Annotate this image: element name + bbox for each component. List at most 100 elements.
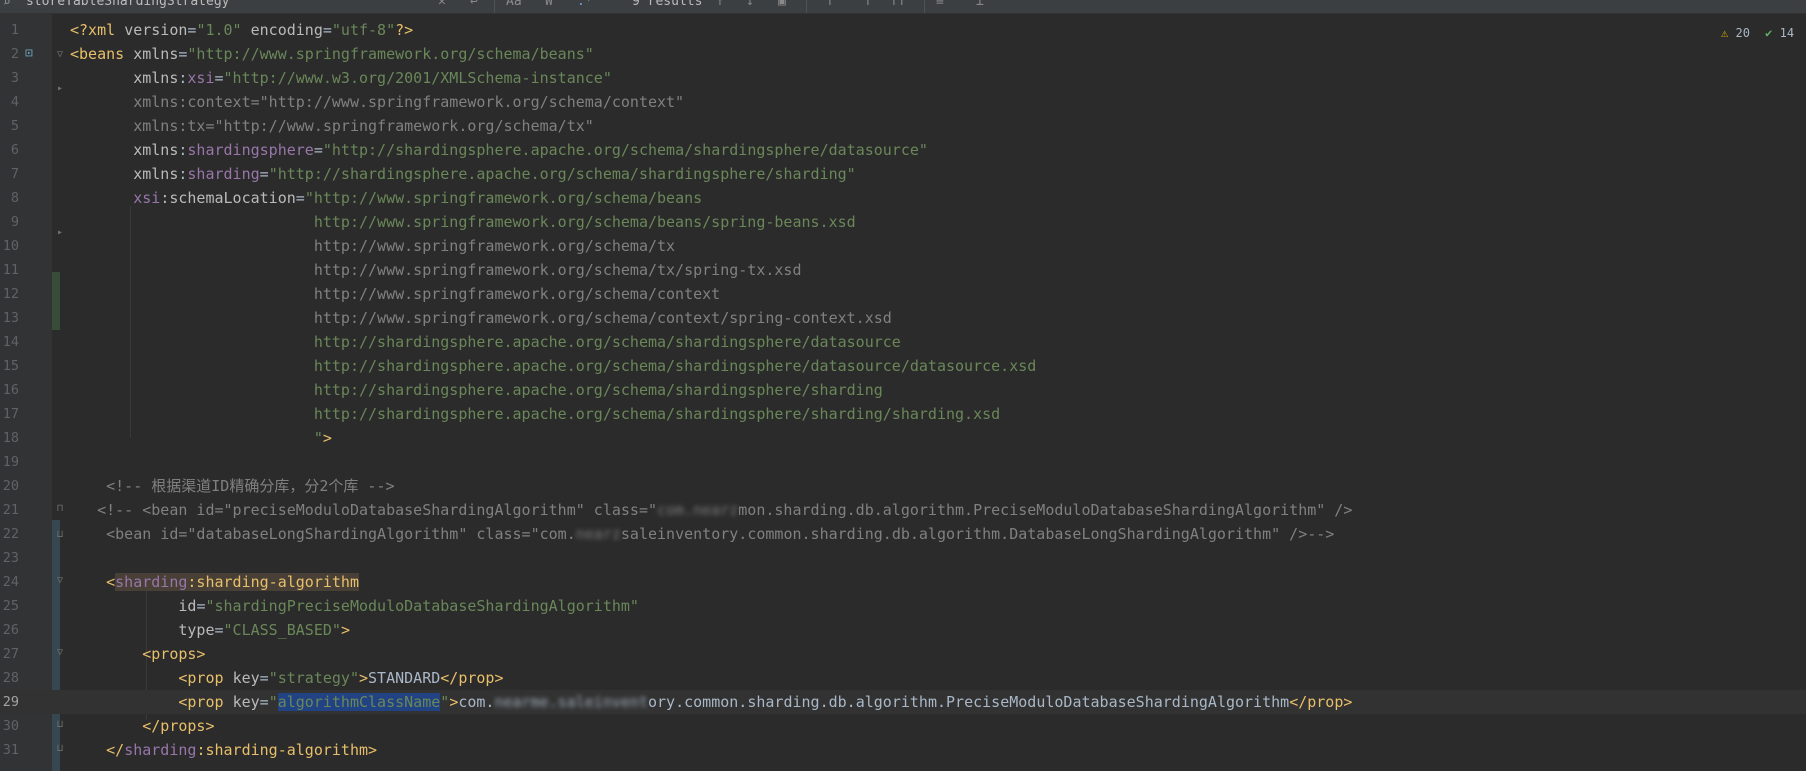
code-line[interactable]: <!-- 根据渠道ID精确分库，分2个库 --> (70, 474, 394, 498)
find-input[interactable]: storeTableShardingStrategy (26, 0, 230, 9)
fold-icon[interactable]: ⊔ (57, 530, 63, 540)
code-line[interactable]: http://www.springframework.org/schema/co… (70, 282, 720, 306)
code-line[interactable]: xmlns:context="http://www.springframewor… (70, 90, 684, 114)
clear-icon[interactable]: ✕ (438, 0, 446, 9)
filter-icon[interactable]: ⊤ (826, 0, 834, 9)
code-line[interactable]: id="shardingPreciseModuloDatabaseShardin… (70, 594, 639, 618)
code-line[interactable]: <beans xmlns="http://www.springframework… (70, 42, 594, 66)
code-line[interactable]: </sharding:sharding-algorithm> (70, 738, 377, 762)
fold-icon[interactable]: ▽ (57, 50, 63, 60)
line-number[interactable]: 5 (0, 114, 19, 138)
line-number[interactable]: 10 (0, 234, 19, 258)
line-number[interactable]: 20 (0, 474, 19, 498)
line-number[interactable]: 24 (0, 570, 19, 594)
code-line[interactable]: <!-- <bean id="preciseModuloDatabaseShar… (70, 498, 1352, 522)
close-icon[interactable]: ⊥ (976, 0, 984, 9)
code-line[interactable]: <prop key="strategy">STANDARD</prop> (70, 666, 503, 690)
line-number[interactable]: 14 (0, 330, 19, 354)
regex-icon[interactable]: .* (577, 0, 593, 9)
sort-icon[interactable]: ≡ (936, 0, 944, 9)
search-icon[interactable]: ⌕ (3, 0, 11, 10)
fold-icon[interactable]: ⊔ (57, 720, 63, 730)
options-icon[interactable]: ⊤ (864, 0, 872, 9)
line-number[interactable]: 7 (0, 162, 19, 186)
line-number[interactable]: 23 (0, 546, 19, 570)
line-number[interactable]: 16 (0, 378, 19, 402)
code-line[interactable]: http://www.springframework.org/schema/co… (70, 306, 892, 330)
code-token: saleinventory.common.sharding.db.algorit… (620, 525, 1335, 543)
code-line[interactable]: </props> (70, 714, 214, 738)
line-number[interactable]: 9 (0, 210, 19, 234)
line-number[interactable]: 27 (0, 642, 19, 666)
code-token: STANDARD (368, 669, 441, 687)
line-number[interactable]: 22 (0, 522, 19, 546)
line-number[interactable]: 2 (0, 42, 19, 66)
prev-occurrence-icon[interactable]: ↑ (716, 0, 724, 9)
line-number[interactable]: 18 (0, 426, 19, 450)
code-line[interactable]: xmlns:xsi="http://www.w3.org/2001/XMLSch… (70, 66, 612, 90)
spring-bean-icon[interactable]: ⊡ (25, 46, 33, 61)
line-number[interactable]: 21 (0, 498, 19, 522)
history-icon[interactable]: ↩ (470, 0, 478, 9)
code-line[interactable]: <bean id="databaseLongShardingAlgorithm"… (70, 522, 1334, 546)
fold-icon[interactable]: ⊓ (57, 504, 63, 514)
match-case-icon[interactable]: Aa (506, 0, 522, 9)
line-number[interactable]: 15 (0, 354, 19, 378)
line-number[interactable]: 11 (0, 258, 19, 282)
code-line[interactable]: http://www.springframework.org/schema/tx… (70, 258, 802, 282)
code-line[interactable]: xsi:schemaLocation="http://www.springfra… (70, 186, 702, 210)
code-token: http://www.springframework.org/schema/tx (70, 237, 676, 255)
code-line[interactable]: xmlns:shardingsphere="http://shardingsph… (70, 138, 928, 162)
code-token: > (359, 669, 369, 687)
fold-icon[interactable]: ▽ (57, 648, 63, 658)
code-token: key (232, 693, 260, 711)
code-line[interactable]: <?xml version="1.0" encoding="utf-8"?> (70, 18, 413, 42)
line-number[interactable]: 3 (0, 66, 19, 90)
line-number[interactable]: 29 (0, 690, 19, 714)
code-line[interactable]: http://www.springframework.org/schema/be… (70, 210, 856, 234)
code-line[interactable]: xmlns:tx="http://www.springframework.org… (70, 114, 594, 138)
code-token: xmlns:context="http://www.springframewor… (70, 93, 685, 111)
fold-icon[interactable]: ⊔ (57, 744, 63, 754)
fold-icon[interactable]: ▽ (57, 576, 63, 586)
code-line[interactable]: "> (70, 426, 332, 450)
multiline-icon[interactable]: ⊤⊤ (890, 0, 906, 9)
line-number[interactable]: 31 (0, 738, 19, 762)
line-number[interactable]: 4 (0, 90, 19, 114)
code-line[interactable]: http://shardingsphere.apache.org/schema/… (70, 402, 1000, 426)
code-line[interactable]: http://shardingsphere.apache.org/schema/… (70, 354, 1036, 378)
code-line[interactable]: <prop key="algorithmClassName">com.nearm… (70, 690, 1352, 714)
code-token: http://shardingsphere.apache.org/schema/… (70, 333, 901, 351)
inspections-widget[interactable]: ⚠ 20 ✔ 14 (1721, 26, 1794, 40)
code-token: xsi (133, 189, 161, 207)
line-number[interactable]: 1 (0, 18, 19, 42)
words-icon[interactable]: W (545, 0, 553, 9)
code-token: <prop (70, 693, 233, 711)
line-number[interactable]: 30 (0, 714, 19, 738)
line-number[interactable]: 8 (0, 186, 19, 210)
line-number[interactable]: 28 (0, 666, 19, 690)
code-token: <beans (70, 45, 134, 63)
code-line[interactable]: <props> (70, 642, 205, 666)
line-number[interactable]: 26 (0, 618, 19, 642)
code-line[interactable]: http://shardingsphere.apache.org/schema/… (70, 330, 901, 354)
code-line[interactable]: http://shardingsphere.apache.org/schema/… (70, 378, 883, 402)
warning-icon: ⚠ (1721, 26, 1729, 40)
line-number[interactable]: 13 (0, 306, 19, 330)
next-occurrence-icon[interactable]: ↓ (746, 0, 754, 9)
line-number[interactable]: 25 (0, 594, 19, 618)
code-line[interactable]: <sharding:sharding-algorithm (70, 570, 359, 594)
line-number[interactable]: 12 (0, 282, 19, 306)
line-number[interactable]: 19 (0, 450, 19, 474)
code-token: = (322, 21, 332, 39)
line-number[interactable]: 6 (0, 138, 19, 162)
code-line[interactable]: http://www.springframework.org/schema/tx (70, 234, 675, 258)
line-number[interactable]: 17 (0, 402, 19, 426)
code-line[interactable]: xmlns:sharding="http://shardingsphere.ap… (70, 162, 855, 186)
select-all-icon[interactable]: ▣ (778, 0, 786, 9)
code-token: version (124, 21, 188, 39)
fold-icon[interactable]: ▸ (57, 84, 63, 94)
fold-icon[interactable]: ▸ (57, 228, 63, 238)
code-line[interactable]: type="CLASS_BASED"> (70, 618, 350, 642)
